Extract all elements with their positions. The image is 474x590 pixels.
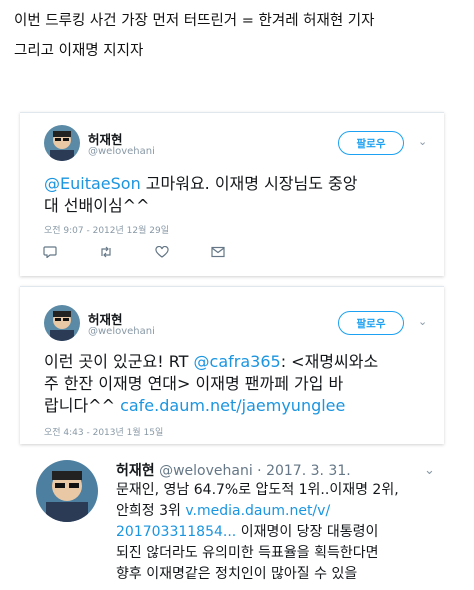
tweet-timestamp[interactable]: 오전 4:43 - 2013년 1월 15일 <box>44 425 163 438</box>
headline: 이번 드루킹 사건 가장 먼저 터뜨린거 = 한겨레 허재현 기자 그리고 이재… <box>14 6 466 66</box>
dm-icon[interactable] <box>210 245 226 259</box>
caret-down-icon[interactable]: ⌄ <box>418 315 427 328</box>
headline-line-1: 이번 드루킹 사건 가장 먼저 터뜨린거 = 한겨레 허재현 기자 <box>14 13 375 29</box>
news-link[interactable]: 201703311854... <box>116 524 236 540</box>
avatar[interactable] <box>44 125 80 161</box>
retweet-icon[interactable] <box>98 245 114 259</box>
tweet-card-2: 허재현 @welovehani 팔로우 ⌄ 이런 곳이 있군요! RT @caf… <box>20 286 444 444</box>
tweet-text: @EuitaeSon 고마워요. 이재명 시장님도 중앙 대 선배이심^^ <box>44 173 434 217</box>
tweet-timestamp[interactable]: 오전 9:07 - 2012년 12월 29일 <box>44 223 169 236</box>
news-link[interactable]: v.media.daum.net/v/ <box>185 503 330 519</box>
headline-line-2: 그리고 이재명 지지자 <box>14 43 144 59</box>
author-handle[interactable]: @welovehani · 2017. 3. 31. <box>159 463 351 479</box>
tweet-text-part: 안희정 3위 <box>116 503 186 519</box>
tweet-text: 이런 곳이 있군요! RT @cafra365: <재명씨와소 주 한잔 이재명… <box>44 351 440 417</box>
follow-button[interactable]: 팔로우 <box>338 311 404 335</box>
avatar[interactable] <box>36 460 98 522</box>
caret-down-icon[interactable]: ⌄ <box>424 463 435 478</box>
tweet-text-part: 랍니다^^ <box>44 396 121 415</box>
author-handle[interactable]: @welovehani <box>88 146 155 157</box>
tweet-3-header: 허재현 @welovehani · 2017. 3. 31. <box>116 460 351 480</box>
tweet-text-part: 이런 곳이 있군요! RT <box>44 352 194 371</box>
cafe-link[interactable]: cafe.daum.net/jaemyunglee <box>120 396 345 415</box>
tweet-text-line: 문재인, 영남 64.7%로 압도적 1위..이재명 2위, <box>116 482 399 498</box>
tweet-text-part: : <재명씨와소 <box>280 352 379 371</box>
tweet-text-line: 되진 않더라도 유의미한 득표율을 획득한다면 <box>116 545 379 561</box>
like-icon[interactable] <box>154 245 170 259</box>
author-name[interactable]: 허재현 <box>116 463 155 479</box>
tweet-text-part: 이재명이 당장 대통령이 <box>236 524 379 540</box>
tweet-text-line: 대 선배이심^^ <box>44 196 150 215</box>
tweet-actions <box>42 245 226 259</box>
tweet-text-part: 고마워요. 이재명 시장님도 중앙 <box>140 174 358 193</box>
caret-down-icon[interactable]: ⌄ <box>418 135 427 148</box>
tweet-text-line: 향후 이재명같은 정치인이 많아질 수 있을 <box>116 566 358 582</box>
follow-button[interactable]: 팔로우 <box>338 131 404 155</box>
author-handle[interactable]: @welovehani <box>88 326 155 337</box>
tweet-card-1: 허재현 @welovehani 팔로우 ⌄ @EuitaeSon 고마워요. 이… <box>20 112 444 276</box>
tweet-text: 문재인, 영남 64.7%로 압도적 1위..이재명 2위, 안희정 3위 v.… <box>116 480 446 585</box>
tweet-text-line: 주 한잔 이재명 연대> 이재명 팬까페 가입 바 <box>44 374 344 393</box>
reply-icon[interactable] <box>42 245 58 259</box>
mention-link[interactable]: @EuitaeSon <box>44 174 141 193</box>
avatar[interactable] <box>44 305 80 341</box>
mention-link[interactable]: @cafra365 <box>194 352 281 371</box>
